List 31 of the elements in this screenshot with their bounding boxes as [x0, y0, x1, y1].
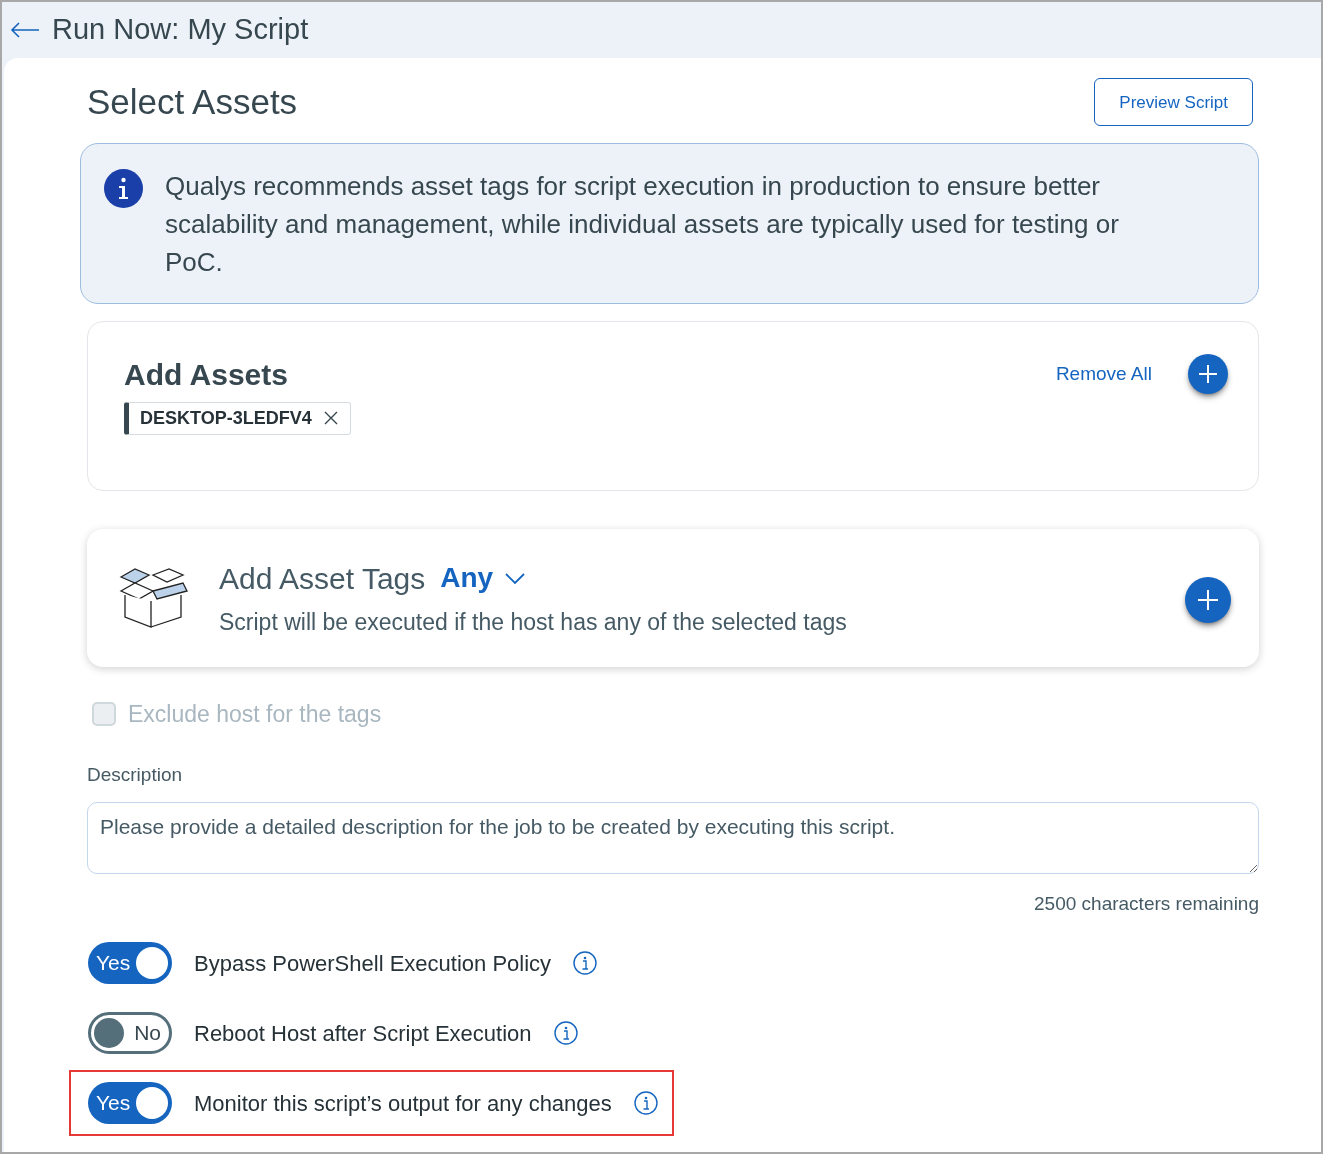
option-label: Bypass PowerShell Execution Policy — [194, 949, 552, 978]
info-icon[interactable] — [573, 951, 598, 975]
page-title: Run Now: My Script — [52, 12, 309, 48]
add-asset-button[interactable] — [1188, 354, 1228, 394]
add-tag-button[interactable] — [1185, 576, 1231, 623]
chevron-down-icon — [505, 572, 526, 584]
character-counter: 2500 characters remaining — [1034, 891, 1259, 916]
option-label: Reboot Host after Script Execution — [194, 1019, 532, 1048]
info-icon[interactable] — [633, 1091, 658, 1115]
match-dropdown[interactable]: Any — [440, 557, 526, 600]
remove-all-link[interactable]: Remove All — [1055, 359, 1152, 389]
section-title: Select Assets — [87, 81, 298, 123]
field-label: Description — [87, 763, 184, 787]
checkbox-label: Exclude host for the tags — [128, 699, 382, 729]
toggle-switch[interactable]: Yes — [88, 1082, 172, 1124]
toggle-switch[interactable]: No — [88, 1012, 172, 1054]
card-subtitle: Script will be executed if the host has any of the selected tags — [219, 607, 848, 637]
info-icon[interactable] — [553, 1021, 578, 1045]
info-message: Qualys recommends asset tags for script execution in production to ensure better scalability and management, while individual assets are typically used for testing or PoC. — [165, 169, 1120, 279]
back-arrow-icon[interactable] — [10, 22, 40, 38]
card-title: Add Asset Tags — [219, 560, 426, 597]
option-label: Monitor this script’s output for any changes — [194, 1089, 612, 1118]
toggle-switch[interactable]: Yes — [88, 942, 172, 984]
description-field[interactable]: Please provide a detailed description for the job to be created by executing this script. — [87, 801, 1259, 874]
preview-script-button[interactable]: Preview Script — [1094, 78, 1253, 127]
card-title: Add Assets — [124, 356, 288, 393]
plus-icon — [1198, 364, 1218, 384]
plus-icon — [1197, 588, 1219, 611]
asset-label: DESKTOP-3LEDFV4 — [140, 406, 312, 430]
info-icon — [104, 168, 143, 208]
close-icon[interactable] — [323, 411, 338, 425]
